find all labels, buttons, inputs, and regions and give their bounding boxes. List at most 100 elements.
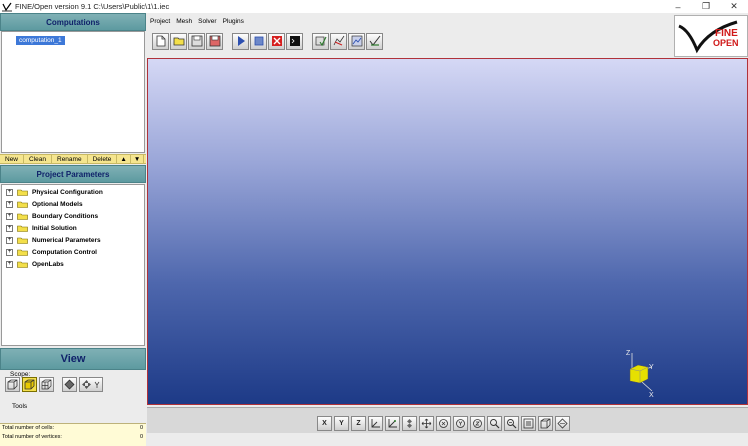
- run-button[interactable]: [232, 32, 249, 50]
- save-button[interactable]: [188, 32, 205, 50]
- clean-button[interactable]: Clean: [24, 155, 52, 163]
- rename-button[interactable]: Rename: [52, 155, 88, 163]
- expand-icon[interactable]: +: [6, 224, 13, 232]
- minimize-button[interactable]: –: [664, 0, 692, 13]
- scope-diamond-button[interactable]: [62, 377, 77, 392]
- scope-cube-grid-button[interactable]: [39, 377, 54, 392]
- folder-icon: [17, 249, 28, 256]
- cube-solid-icon: [24, 379, 35, 390]
- axis-x-label: X: [649, 392, 654, 397]
- solver-tool-button[interactable]: [330, 32, 347, 50]
- stat-row: Total number of vertices: 0: [0, 433, 146, 442]
- cube-grid-icon: [41, 379, 52, 390]
- restore-button[interactable]: ❐: [692, 0, 720, 13]
- folder-icon: [17, 213, 28, 220]
- grid-icon: [254, 36, 263, 46]
- expand-icon[interactable]: +: [6, 200, 13, 208]
- new-project-button[interactable]: [152, 32, 169, 50]
- computations-list[interactable]: computation_1: [1, 31, 145, 153]
- axis-z-label: Z: [626, 350, 631, 357]
- pause-button[interactable]: [250, 32, 267, 50]
- tree-item-label: Numerical Parameters: [32, 236, 101, 244]
- tree-item-physical-configuration[interactable]: + Physical Configuration: [6, 187, 103, 197]
- axis-view-button[interactable]: [368, 416, 383, 431]
- fine-open-logo-graphic: FINE OPEN: [678, 20, 739, 54]
- open-project-button[interactable]: [170, 32, 187, 50]
- rotate-cube-icon: [557, 418, 568, 429]
- rotate-x-button[interactable]: [436, 416, 451, 431]
- expand-icon[interactable]: +: [6, 236, 13, 244]
- tree-item-boundary-conditions[interactable]: + Boundary Conditions: [6, 211, 98, 221]
- folder-icon: [17, 225, 28, 232]
- cube-view-button[interactable]: [538, 416, 553, 431]
- computation-item[interactable]: computation_1: [16, 36, 65, 45]
- view-x-button[interactable]: X: [317, 416, 332, 431]
- rotate-x-icon: [439, 419, 448, 428]
- new-button[interactable]: New: [0, 155, 25, 163]
- pan-button[interactable]: [402, 416, 417, 431]
- expand-icon[interactable]: +: [6, 212, 13, 220]
- view-toolbar: X Y Z: [147, 407, 748, 433]
- stop-icon: [271, 36, 282, 46]
- window-title: FINE/Open version 9.1 C:\Users\Public\1\…: [15, 2, 170, 11]
- rotate-z-icon: [473, 419, 482, 428]
- stat-value: 0: [139, 434, 143, 440]
- menu-project[interactable]: Project: [148, 18, 174, 25]
- menu-mesh[interactable]: Mesh: [174, 18, 196, 25]
- tree-item-label: Boundary Conditions: [32, 212, 99, 220]
- mesh-tool-button[interactable]: [312, 32, 329, 50]
- save-as-button[interactable]: [206, 32, 223, 50]
- view-y-button[interactable]: Y: [334, 416, 349, 431]
- menu-plugins[interactable]: Plugins: [221, 18, 248, 25]
- tree-item-openlabs[interactable]: + OpenLabs: [6, 259, 64, 269]
- check-tool-button[interactable]: [366, 32, 383, 50]
- tree-item-initial-solution[interactable]: + Initial Solution: [6, 223, 77, 233]
- save-as-icon: [209, 35, 220, 47]
- mesh-stats: Total number of cells: 0 Total number of…: [0, 423, 146, 446]
- tree-item-computation-control[interactable]: + Computation Control: [6, 247, 97, 257]
- open-folder-icon: [173, 37, 184, 46]
- tree-item-label: Initial Solution: [32, 224, 77, 232]
- zoom-out-button[interactable]: [504, 416, 519, 431]
- tree-item-label: Physical Configuration: [32, 188, 103, 196]
- stop-button[interactable]: [268, 32, 285, 50]
- tree-item-optional-models[interactable]: + Optional Models: [6, 199, 83, 209]
- fine-open-logo: FINE OPEN: [674, 15, 748, 57]
- tree-item-numerical-parameters[interactable]: + Numerical Parameters: [6, 235, 101, 245]
- menu-solver[interactable]: Solver: [196, 18, 220, 25]
- stat-label: Total number of vertices:: [2, 434, 62, 440]
- terminal-icon: [289, 36, 300, 46]
- zoom-in-button[interactable]: [487, 416, 502, 431]
- move-up-button[interactable]: ▲: [117, 155, 131, 163]
- scope-cube-solid-button[interactable]: [22, 377, 37, 392]
- scope-toolbar: [5, 377, 105, 392]
- mesh-check-icon: [315, 36, 326, 47]
- move-down-button[interactable]: ▼: [131, 155, 145, 163]
- fit-view-button[interactable]: [521, 416, 536, 431]
- close-button[interactable]: ✕: [720, 0, 748, 13]
- delete-button[interactable]: Delete: [88, 155, 118, 163]
- move-button[interactable]: [419, 416, 434, 431]
- cube-wire-icon: [7, 379, 18, 390]
- fine-app-icon: [2, 2, 12, 11]
- expand-icon[interactable]: +: [6, 260, 13, 268]
- graphics-viewport[interactable]: Z Y X: [147, 58, 748, 405]
- axis-y-label: Y: [649, 364, 654, 371]
- plot-tool-button[interactable]: [348, 32, 365, 50]
- expand-icon[interactable]: +: [6, 248, 13, 256]
- axis-view-alt-button[interactable]: [385, 416, 400, 431]
- rotate-cube-button[interactable]: [555, 416, 570, 431]
- tree-item-label: Computation Control: [32, 248, 97, 256]
- view-z-button[interactable]: Z: [351, 416, 366, 431]
- plot-icon: [351, 35, 362, 47]
- axis-triad: Z Y X: [626, 350, 654, 397]
- play-icon: [237, 36, 245, 46]
- project-parameters-header: Project Parameters: [0, 165, 146, 183]
- scope-dropdown-button[interactable]: [79, 377, 103, 392]
- scope-cube-wire-button[interactable]: [5, 377, 20, 392]
- expand-icon[interactable]: +: [6, 188, 13, 196]
- save-icon: [191, 35, 202, 47]
- rotate-y-button[interactable]: [453, 416, 468, 431]
- monitor-button[interactable]: [286, 32, 303, 50]
- rotate-z-button[interactable]: [470, 416, 485, 431]
